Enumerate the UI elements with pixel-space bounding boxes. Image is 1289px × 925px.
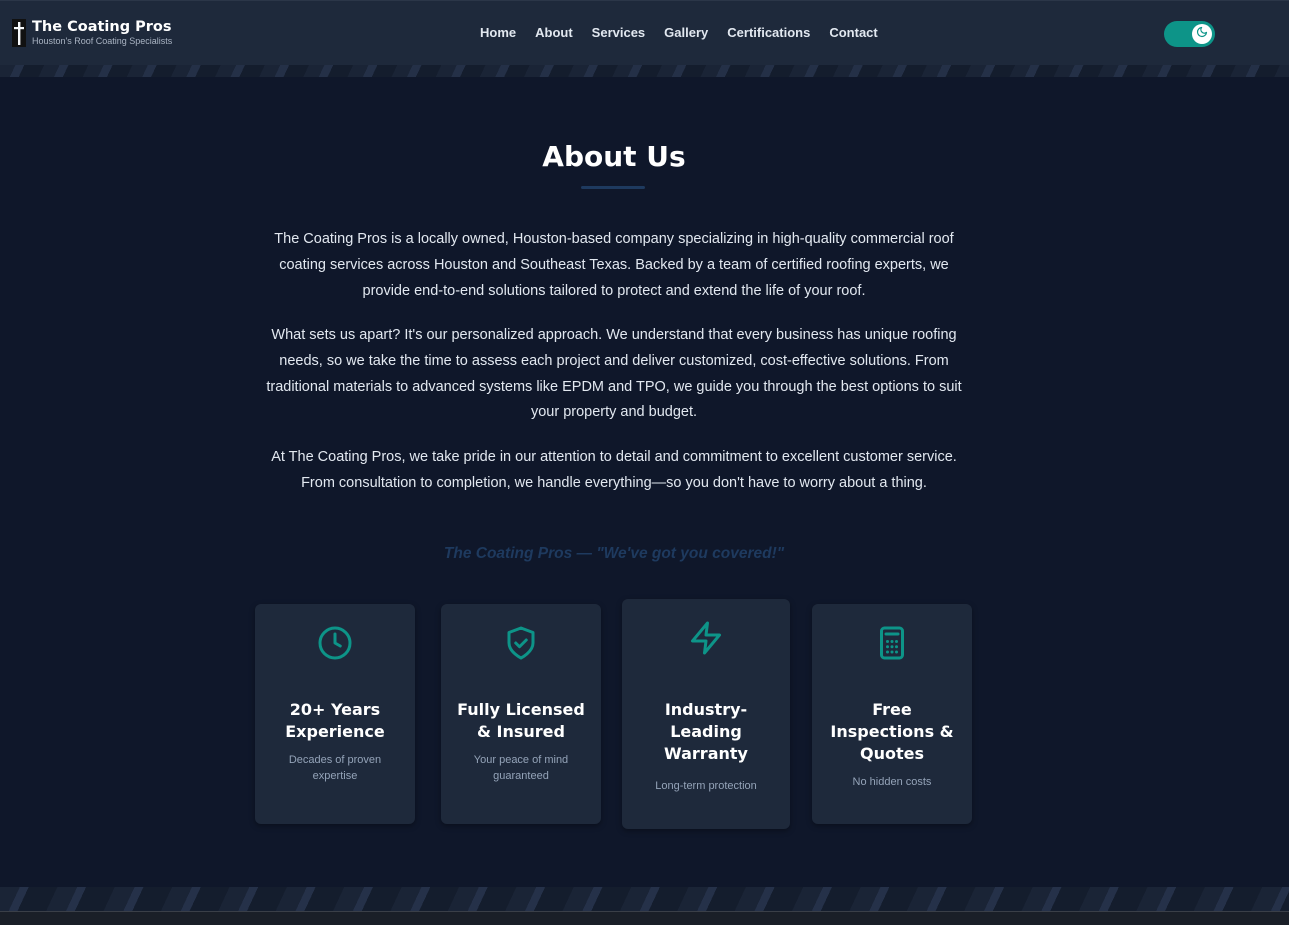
cross-logo-icon (12, 19, 26, 47)
decorative-band-top (0, 65, 1289, 77)
nav-certifications[interactable]: Certifications (727, 25, 810, 41)
nav-services[interactable]: Services (592, 25, 646, 41)
site-header: The Coating Pros Houston's Roof Coating … (0, 0, 1289, 65)
feature-card-inspections: Free Inspections & Quotes No hidden cost… (812, 604, 972, 824)
feature-subtitle: Decades of proven expertise (288, 754, 382, 782)
brand-tagline: Houston's Roof Coating Specialists (32, 36, 173, 46)
feature-subtitle: Your peace of mind guaranteed (473, 754, 569, 782)
feature-title: 20+ Years Experience (285, 700, 385, 741)
about-paragraph-2: What sets us apart? It's our personalize… (266, 327, 962, 421)
toggle-knob (1192, 24, 1212, 44)
shield-check-icon (441, 625, 601, 661)
about-paragraph-3: At The Coating Pros, we take pride in ou… (271, 449, 957, 491)
decorative-band-bottom (0, 887, 1289, 911)
theme-toggle[interactable] (1164, 21, 1215, 47)
feature-title: Fully Licensed & Insured (457, 700, 585, 741)
feature-subtitle: No hidden costs (852, 776, 932, 788)
feature-subtitle: Long-term protection (655, 780, 757, 792)
moon-icon (1196, 25, 1208, 43)
main-nav: Home About Services Gallery Certificatio… (480, 25, 897, 41)
nav-about[interactable]: About (535, 25, 573, 41)
feature-title: Free Inspections & Quotes (830, 700, 954, 763)
brand-logo-link[interactable]: The Coating Pros Houston's Roof Coating … (12, 19, 172, 47)
clock-icon (255, 625, 415, 661)
lightning-icon (622, 620, 790, 656)
footer-edge (0, 911, 1289, 925)
about-paragraph-1: The Coating Pros is a locally owned, Hou… (274, 231, 954, 299)
nav-contact[interactable]: Contact (829, 25, 877, 41)
feature-card-licensed: Fully Licensed & Insured Your peace of m… (441, 604, 601, 824)
brand-name: The Coating Pros (32, 19, 172, 35)
slogan: The Coating Pros — "We've got you covere… (443, 545, 785, 562)
heading-underline (581, 186, 645, 189)
calculator-icon (812, 625, 972, 661)
nav-gallery[interactable]: Gallery (664, 25, 708, 41)
nav-home[interactable]: Home (480, 25, 516, 41)
feature-title: Industry-Leading Warranty (664, 700, 748, 763)
feature-card-experience: 20+ Years Experience Decades of proven e… (255, 604, 415, 824)
feature-card-warranty: Industry-Leading Warranty Long-term prot… (622, 599, 790, 829)
section-heading: About Us (542, 140, 686, 173)
